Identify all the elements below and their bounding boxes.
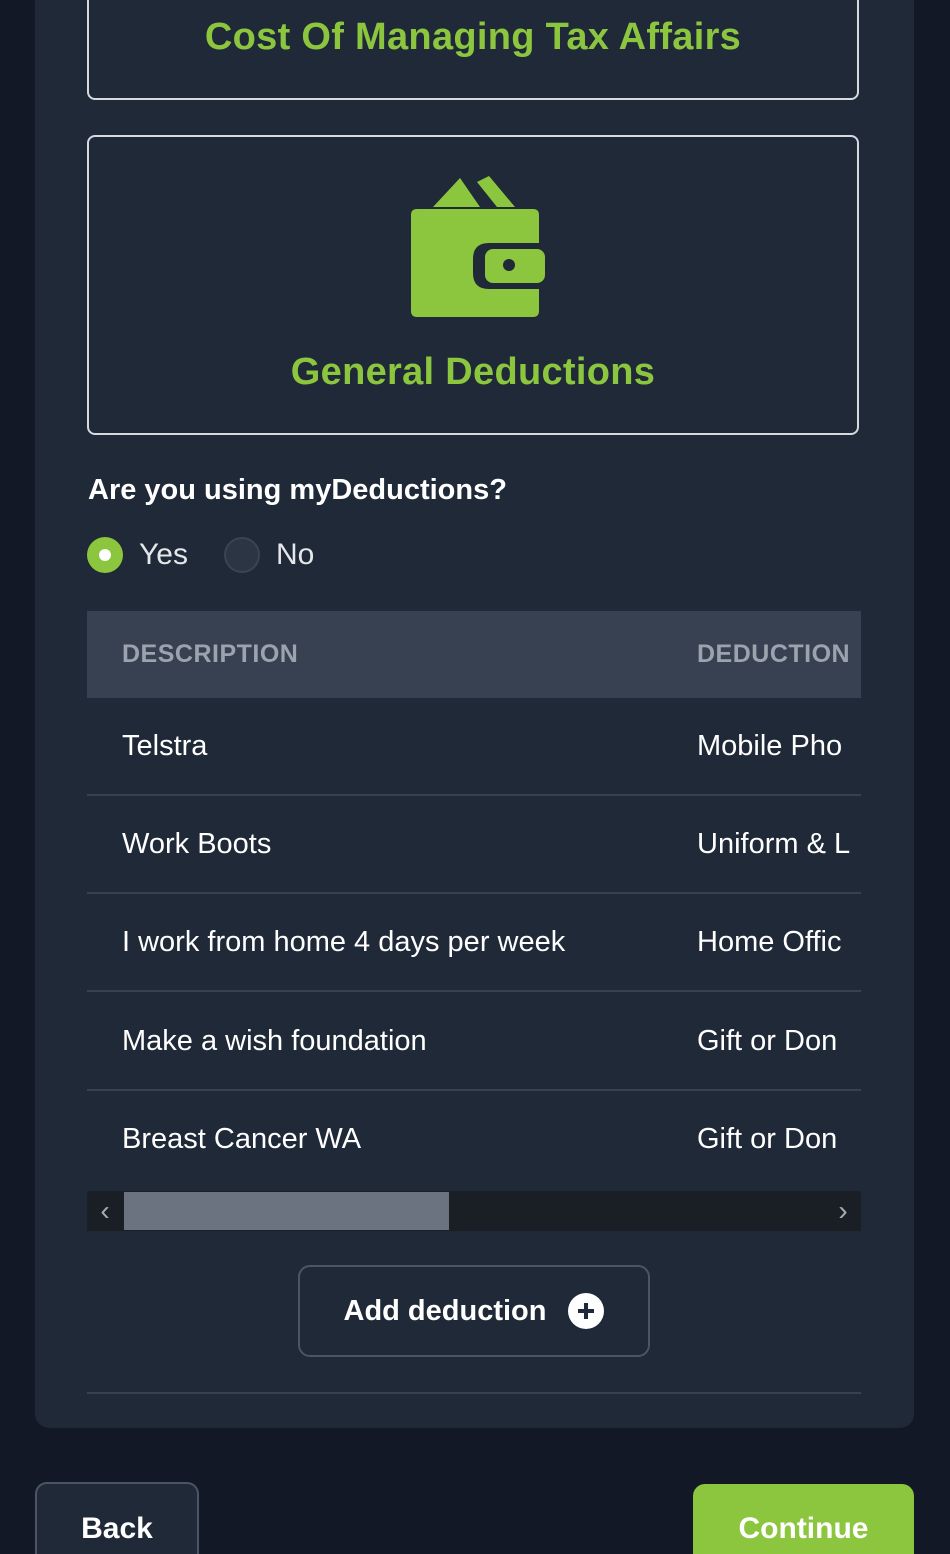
wallet-icon xyxy=(411,176,545,317)
table-row[interactable]: Make a wish foundation Gift or Don xyxy=(87,993,861,1091)
cell-description: I work from home 4 days per week xyxy=(122,926,566,958)
cell-description: Breast Cancer WA xyxy=(122,1123,362,1155)
add-deduction-button[interactable]: Add deduction xyxy=(298,1265,650,1357)
cell-deduction: Mobile Pho xyxy=(697,730,843,762)
cell-deduction: Gift or Don xyxy=(697,1123,838,1155)
plus-circle-icon xyxy=(568,1293,605,1329)
cell-deduction: Uniform & L xyxy=(697,828,851,860)
cell-deduction: Gift or Don xyxy=(697,1025,838,1057)
scroll-left-icon[interactable]: ‹ xyxy=(87,1191,123,1231)
radio-yes-label: Yes xyxy=(139,538,188,571)
column-header-deduction: DEDUCTION xyxy=(697,640,851,668)
category-card-title: General Deductions xyxy=(290,351,656,393)
table-horizontal-scrollbar[interactable]: ‹ › xyxy=(87,1191,861,1231)
cell-deduction: Home Offic xyxy=(697,926,842,958)
table-row[interactable]: Work Boots Uniform & L xyxy=(87,796,861,894)
table-row[interactable]: I work from home 4 days per week Home Of… xyxy=(87,894,861,992)
radio-yes[interactable]: Yes xyxy=(87,537,188,573)
scrollbar-thumb[interactable] xyxy=(124,1192,449,1230)
section-divider xyxy=(87,1392,861,1394)
category-card-cost-of-managing-tax-affairs[interactable]: Cost Of Managing Tax Affairs xyxy=(87,0,859,100)
mydeductions-question: Are you using myDeductions? xyxy=(88,474,507,506)
radio-no-indicator[interactable] xyxy=(223,537,260,573)
column-header-description: DESCRIPTION xyxy=(122,640,299,668)
table-header: DESCRIPTION DEDUCTION xyxy=(87,611,861,698)
radio-no[interactable]: No xyxy=(223,537,315,573)
category-card-general-deductions[interactable]: General Deductions xyxy=(87,135,859,435)
back-button[interactable]: Back xyxy=(35,1482,199,1554)
radio-yes-indicator[interactable] xyxy=(87,537,123,573)
mydeductions-radio-group: Yes No xyxy=(87,536,350,574)
table-row[interactable]: Telstra Mobile Pho xyxy=(87,698,861,796)
page: Cost Of Managing Tax Affairs General Ded… xyxy=(0,0,950,1554)
cell-description: Telstra xyxy=(122,730,208,762)
scroll-right-icon[interactable]: › xyxy=(825,1191,861,1231)
cell-description: Make a wish foundation xyxy=(122,1025,427,1057)
category-card-title: Cost Of Managing Tax Affairs xyxy=(204,16,742,58)
table-row[interactable]: Breast Cancer WA Gift or Don xyxy=(87,1091,861,1189)
deductions-table: DESCRIPTION DEDUCTION Telstra Mobile Pho… xyxy=(87,611,861,1191)
continue-button[interactable]: Continue xyxy=(693,1484,914,1554)
cell-description: Work Boots xyxy=(122,828,272,860)
add-deduction-label: Add deduction xyxy=(343,1294,547,1327)
radio-no-label: No xyxy=(275,538,315,571)
